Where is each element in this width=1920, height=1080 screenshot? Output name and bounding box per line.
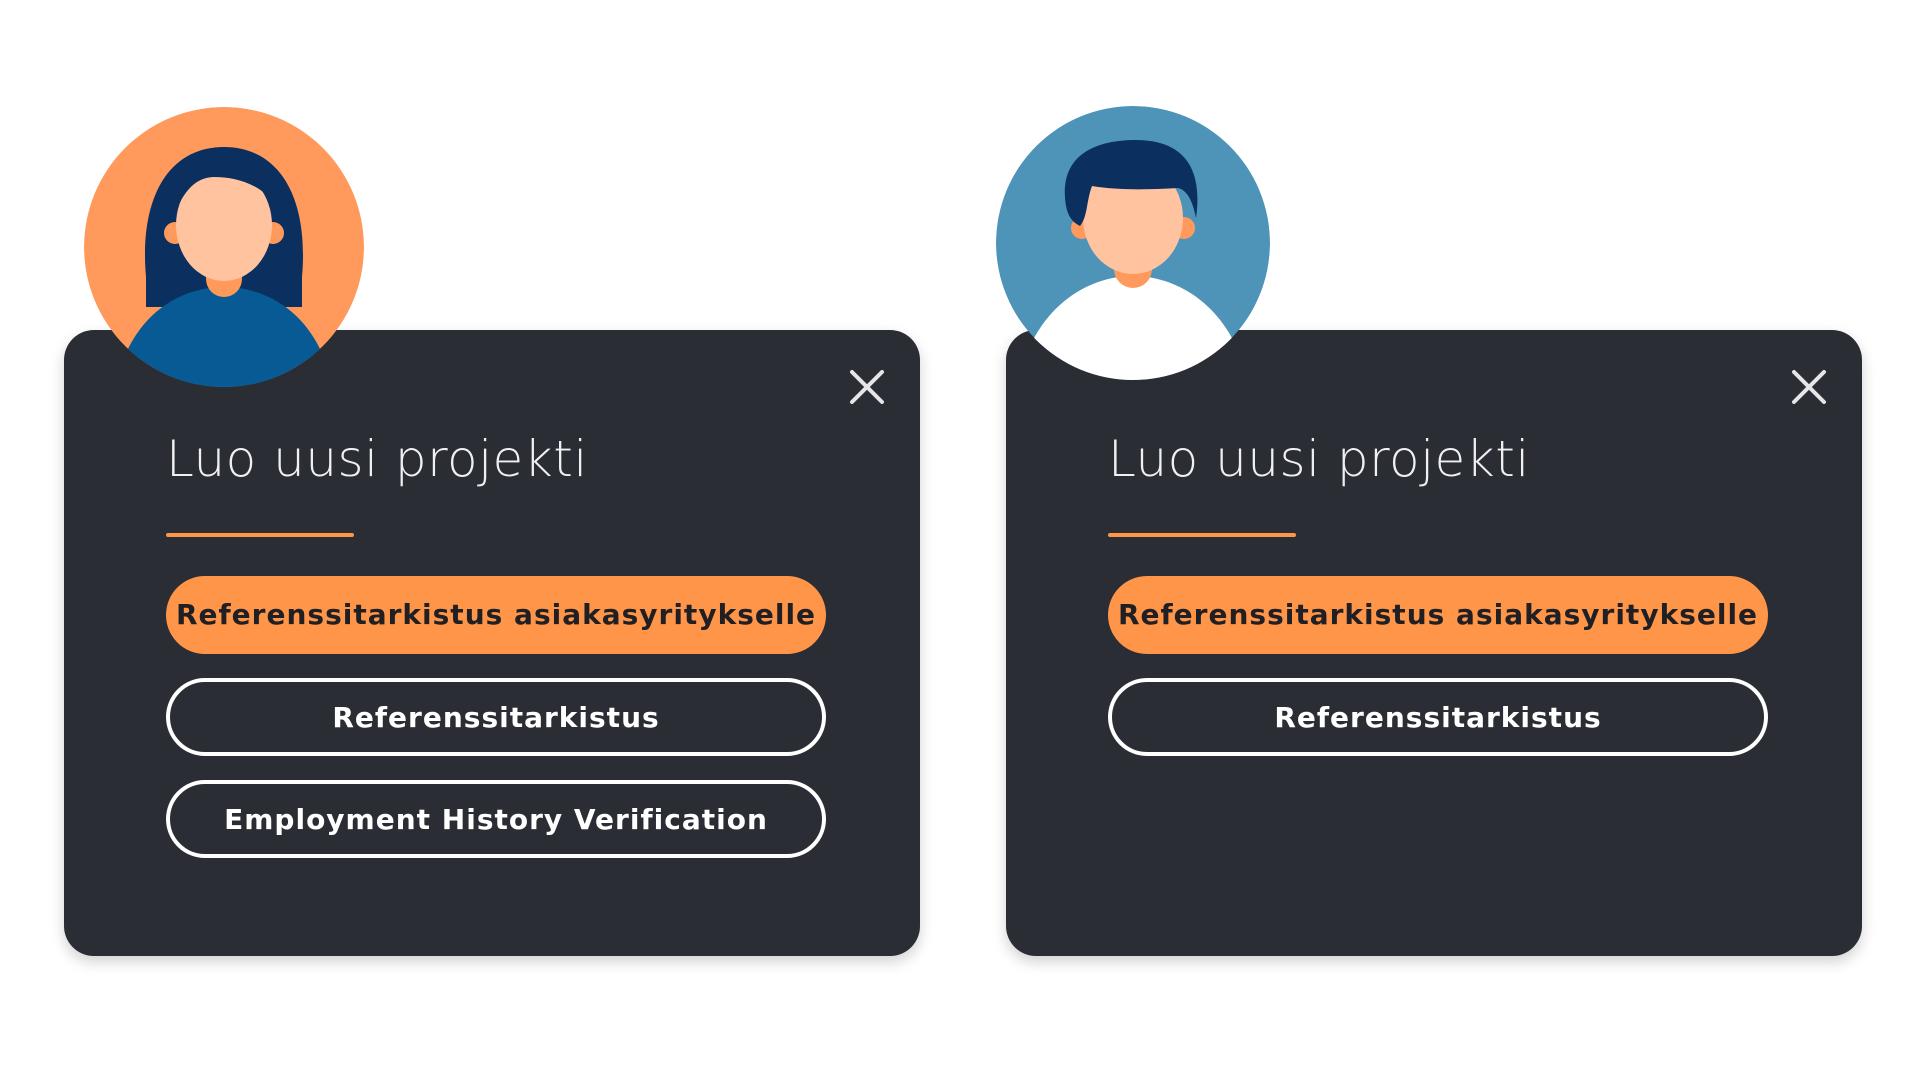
close-icon	[850, 370, 884, 404]
option-reference-check-button[interactable]: Referenssitarkistus	[1108, 678, 1768, 756]
female-user-avatar-icon	[84, 107, 364, 387]
close-icon	[1792, 370, 1826, 404]
option-client-reference-check-button[interactable]: Referenssitarkistus asiakasyritykselle	[166, 576, 826, 654]
option-employment-history-button[interactable]: Employment History Verification	[166, 780, 826, 858]
dialog-title: Luo uusi projekti	[1108, 430, 1530, 488]
male-user-avatar-icon	[996, 106, 1270, 380]
option-client-reference-check-button[interactable]: Referenssitarkistus asiakasyritykselle	[1108, 576, 1768, 654]
project-type-options: Referenssitarkistus asiakasyritykselle R…	[166, 576, 826, 882]
project-type-options: Referenssitarkistus asiakasyritykselle R…	[1108, 576, 1768, 780]
dialog-title: Luo uusi projekti	[166, 430, 588, 488]
title-underline	[166, 533, 354, 537]
title-underline	[1108, 533, 1296, 537]
create-project-dialog: Luo uusi projekti Referenssitarkistus as…	[64, 330, 920, 956]
dialog-left-wrapper: Luo uusi projekti Referenssitarkistus as…	[64, 0, 924, 1080]
close-button[interactable]	[1788, 366, 1830, 408]
dialog-right-wrapper: Luo uusi projekti Referenssitarkistus as…	[996, 0, 1866, 1080]
stage: Luo uusi projekti Referenssitarkistus as…	[0, 0, 1920, 1080]
create-project-dialog: Luo uusi projekti Referenssitarkistus as…	[1006, 330, 1862, 956]
option-reference-check-button[interactable]: Referenssitarkistus	[166, 678, 826, 756]
close-button[interactable]	[846, 366, 888, 408]
